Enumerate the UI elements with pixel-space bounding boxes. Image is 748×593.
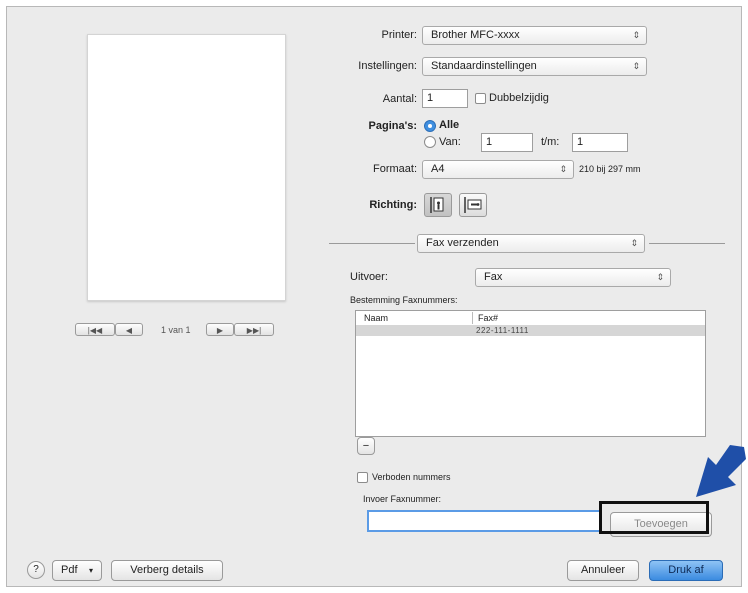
- separator-left: [329, 243, 415, 244]
- cancel-button[interactable]: Annuleer: [567, 560, 639, 581]
- popup-arrows-icon: ⇕: [656, 272, 664, 282]
- pages-from-field[interactable]: 1: [481, 133, 533, 152]
- fax-number-cell: 222-111-1111: [476, 326, 529, 335]
- copies-label: Aantal:: [382, 93, 417, 105]
- duplex-checkbox[interactable]: [475, 93, 486, 104]
- column-header-fax: Fax#: [478, 313, 499, 323]
- print-button[interactable]: Druk af: [649, 560, 723, 581]
- presets-popup[interactable]: Standaardinstellingen ⇕: [422, 57, 647, 76]
- destination-label: Bestemming Faxnummers:: [350, 295, 458, 305]
- hide-details-button[interactable]: Verberg details: [111, 560, 223, 581]
- fax-number-input[interactable]: [367, 510, 601, 532]
- paper-dimensions: 210 bij 297 mm: [579, 164, 641, 174]
- presets-value: Standaardinstellingen: [431, 60, 537, 72]
- print-preview-page: [87, 34, 286, 301]
- paper-size-popup[interactable]: A4 ⇕: [422, 160, 574, 179]
- print-dialog: |◀◀ ◀ 1 van 1 ▶ ▶▶| Printer: Brother MFC…: [6, 6, 742, 587]
- next-page-button[interactable]: ▶: [206, 323, 234, 336]
- pdf-label: Pdf: [61, 564, 78, 576]
- add-button-highlight-box: [599, 501, 709, 534]
- panel-select-popup[interactable]: Fax verzenden ⇕: [417, 234, 645, 253]
- previous-page-button[interactable]: ◀: [115, 323, 143, 336]
- popup-arrows-icon: ⇕: [630, 238, 638, 248]
- output-value: Fax: [484, 271, 503, 283]
- orientation-label: Richting:: [369, 199, 417, 211]
- landscape-icon: [464, 197, 482, 213]
- remove-number-button[interactable]: −: [357, 437, 375, 455]
- dial-restriction-label: Verboden nummers: [372, 472, 451, 482]
- presets-label: Instellingen:: [358, 60, 417, 72]
- panel-select-value: Fax verzenden: [426, 237, 499, 249]
- popup-arrows-icon: ⇕: [632, 61, 640, 71]
- portrait-icon: [430, 197, 444, 213]
- landscape-orientation-button[interactable]: [459, 193, 487, 217]
- separator-right: [649, 243, 725, 244]
- pages-all-radio[interactable]: [424, 120, 436, 132]
- pages-all-label: Alle: [439, 119, 460, 131]
- copies-field[interactable]: 1: [422, 89, 468, 108]
- pdf-menu-button[interactable]: Pdf ▾: [52, 560, 102, 581]
- pages-from-label: Van:: [439, 136, 461, 148]
- paper-size-value: A4: [431, 163, 445, 175]
- portrait-orientation-button[interactable]: [424, 193, 452, 217]
- printer-popup[interactable]: Brother MFC-xxxx ⇕: [422, 26, 647, 45]
- output-popup[interactable]: Fax ⇕: [475, 268, 671, 287]
- pages-range-radio[interactable]: [424, 136, 436, 148]
- pointer-arrow-icon: [696, 445, 746, 497]
- help-button[interactable]: ?: [27, 561, 45, 579]
- column-header-name: Naam: [364, 313, 389, 323]
- chevron-down-icon: ▾: [88, 566, 93, 575]
- fax-input-label: Invoer Faxnummer:: [363, 494, 442, 504]
- pages-to-label: t/m:: [541, 136, 560, 148]
- dial-restriction-checkbox[interactable]: [357, 472, 368, 483]
- output-label: Uitvoer:: [350, 271, 388, 283]
- page-indicator: 1 van 1: [161, 325, 191, 335]
- printer-label: Printer:: [381, 29, 417, 41]
- first-page-button[interactable]: |◀◀: [75, 323, 115, 336]
- table-row[interactable]: 222-111-1111: [356, 325, 705, 336]
- popup-arrows-icon: ⇕: [632, 30, 640, 40]
- pages-label: Pagina's:: [368, 120, 417, 132]
- printer-value: Brother MFC-xxxx: [431, 29, 520, 41]
- duplex-label: Dubbelzijdig: [489, 92, 549, 104]
- popup-arrows-icon: ⇕: [559, 164, 567, 174]
- paper-size-label: Formaat:: [372, 163, 417, 175]
- last-page-button[interactable]: ▶▶|: [234, 323, 274, 336]
- destination-table[interactable]: Naam Fax# 222-111-1111: [355, 310, 706, 437]
- pages-to-field[interactable]: 1: [572, 133, 628, 152]
- column-divider: [472, 312, 473, 324]
